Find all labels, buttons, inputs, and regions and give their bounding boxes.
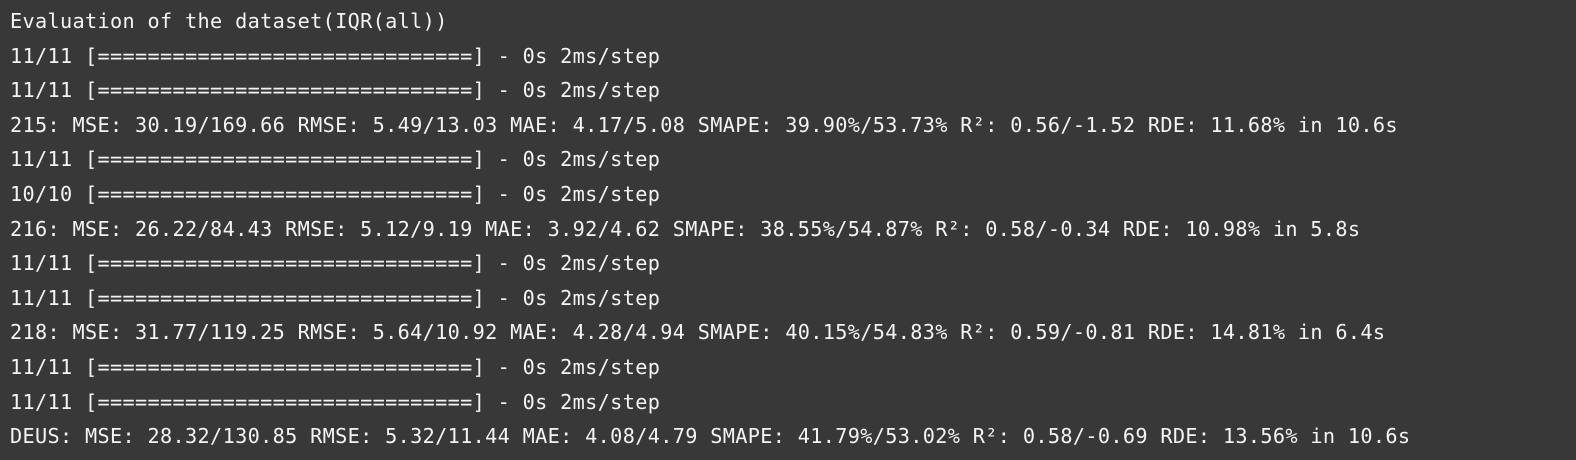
output-heading: Evaluation of the dataset(IQR(all)) xyxy=(10,9,448,33)
metrics-line: 215: MSE: 30.19/169.66 RMSE: 5.49/13.03 … xyxy=(10,112,1398,137)
metrics-summary-line: DEUS: MSE: 28.32/130.85 RMSE: 5.32/11.44… xyxy=(10,424,1411,449)
progress-line: 11/11 [==============================] -… xyxy=(10,43,661,68)
terminal-output: Evaluation of the dataset(IQR(all)) 11/1… xyxy=(0,0,1576,460)
metrics-line: 216: MSE: 26.22/84.43 RMSE: 5.12/9.19 MA… xyxy=(10,216,1361,241)
progress-line: 11/11 [==============================] -… xyxy=(10,147,661,172)
progress-line: 11/11 [==============================] -… xyxy=(10,78,661,103)
progress-line: 11/11 [==============================] -… xyxy=(10,285,661,310)
metrics-line: 218: MSE: 31.77/119.25 RMSE: 5.64/10.92 … xyxy=(10,320,1386,345)
progress-line: 11/11 [==============================] -… xyxy=(10,389,661,414)
progress-line: 10/10 [==============================] -… xyxy=(10,181,661,206)
progress-line: 11/11 [==============================] -… xyxy=(10,354,661,379)
progress-line: 11/11 [==============================] -… xyxy=(10,251,661,276)
